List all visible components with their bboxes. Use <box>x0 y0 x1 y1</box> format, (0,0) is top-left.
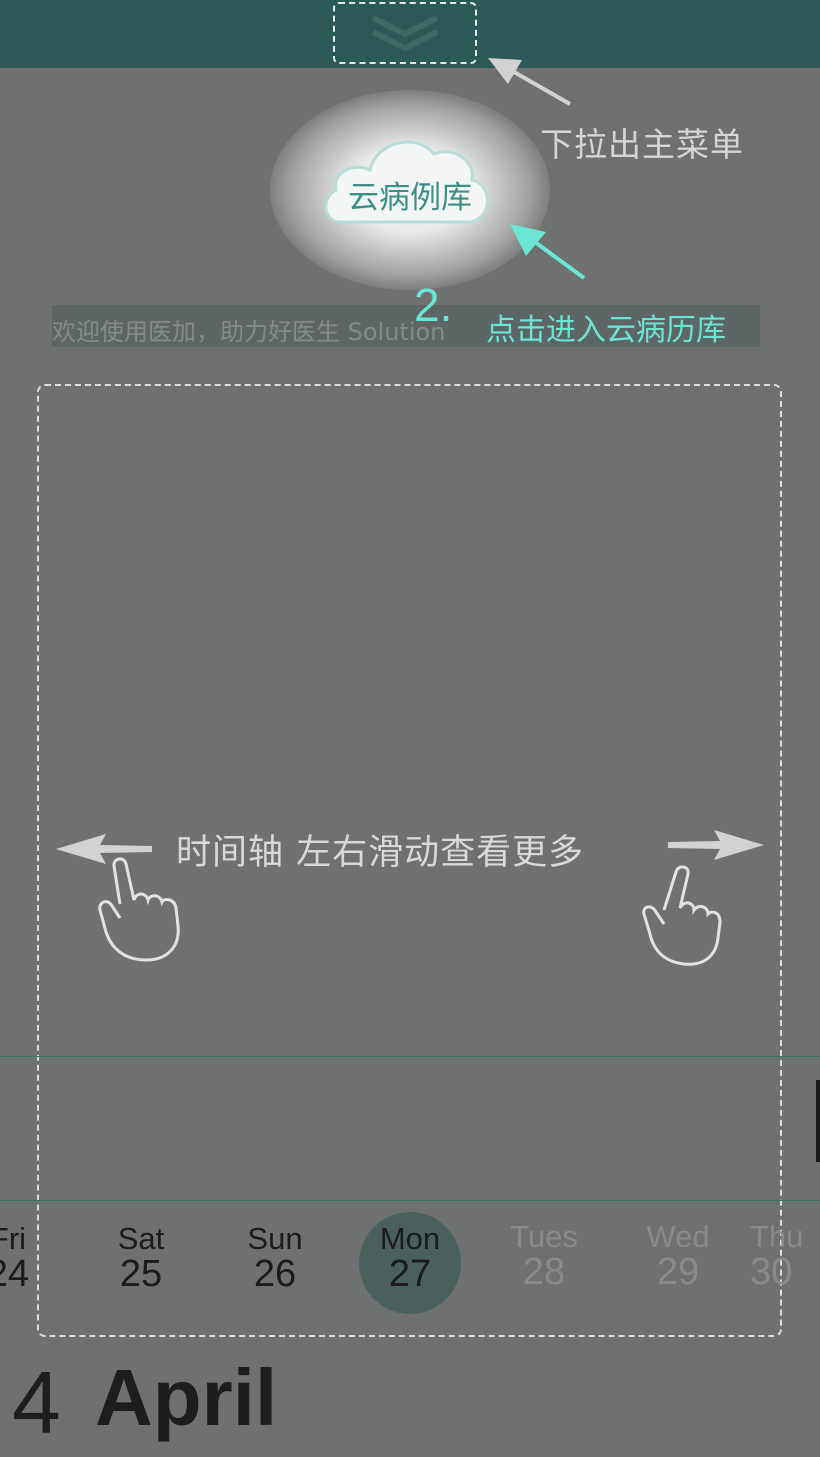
step-number: 2. <box>414 279 453 331</box>
timeline-divider-top <box>0 1056 820 1057</box>
day-thu-30[interactable]: Thu 30 <box>750 1220 820 1292</box>
cloud-case-library-button[interactable]: 云病例库 <box>330 172 490 217</box>
day-fri-24[interactable]: Fri 24 <box>0 1222 68 1294</box>
swipe-hand-left-icon <box>98 857 180 962</box>
day-sun-26[interactable]: Sun 26 <box>215 1222 335 1294</box>
arrow-to-cloud-icon <box>510 224 586 280</box>
arrow-right-icon <box>668 830 764 860</box>
edge-marker <box>816 1080 820 1162</box>
step-instruction: 点击进入云病历库 <box>486 313 726 348</box>
day-wed-29[interactable]: Wed 29 <box>618 1220 738 1292</box>
day-mon-27[interactable]: Mon 27 <box>350 1222 470 1294</box>
day-tues-28[interactable]: Tues 28 <box>484 1220 604 1292</box>
timeline-divider-bottom <box>0 1200 820 1201</box>
day-sat-25[interactable]: Sat 25 <box>81 1222 201 1294</box>
chevron-down-double-icon <box>371 15 439 52</box>
welcome-text: 欢迎使用医加，助力好医生 Solution <box>52 318 446 346</box>
menu-hint-text: 下拉出主菜单 <box>540 125 744 164</box>
timeline-hint-text: 时间轴 左右滑动查看更多 <box>176 833 585 873</box>
main-menu-pull-handle[interactable] <box>333 2 477 64</box>
month-name: April <box>95 1353 278 1442</box>
month-number: 4 <box>12 1353 61 1452</box>
swipe-hand-right-icon <box>642 865 722 966</box>
arrow-to-menu-icon <box>488 58 571 106</box>
